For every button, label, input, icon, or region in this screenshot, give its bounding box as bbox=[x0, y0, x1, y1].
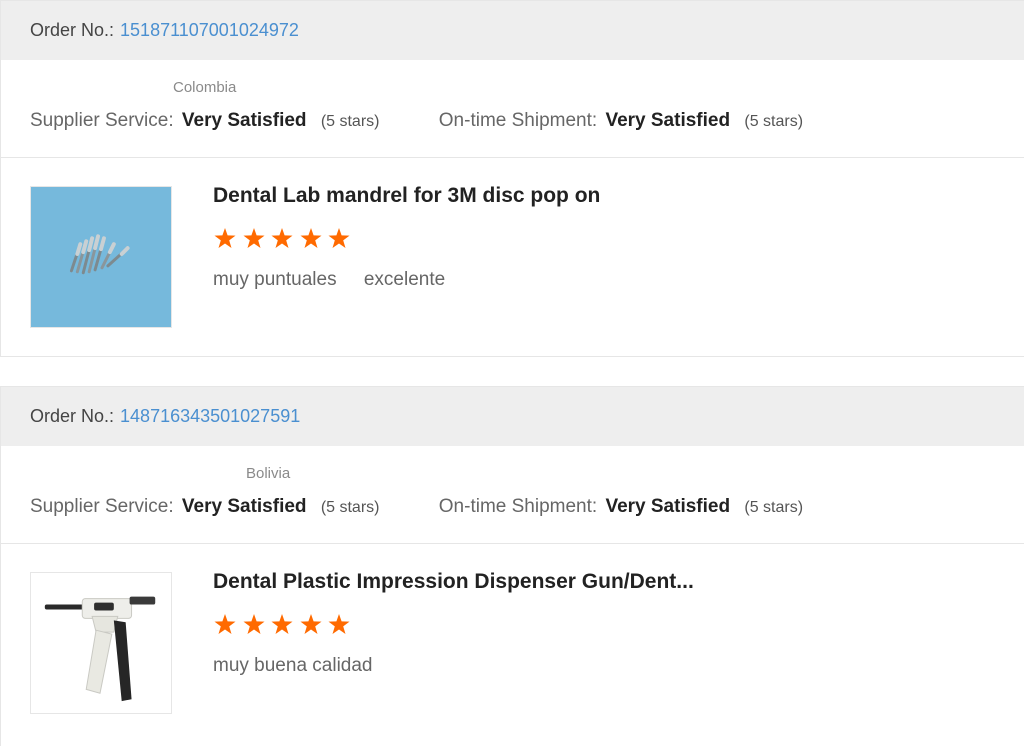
star-icon bbox=[213, 227, 237, 251]
product-review: Dental Lab mandrel for 3M disc pop on mu… bbox=[1, 158, 1024, 358]
orders-list: Order No.: 151871107001024972 Colombia S… bbox=[0, 0, 1024, 746]
supplier-service-value: Very Satisfied bbox=[181, 110, 307, 131]
order-header: Order No.: 151871107001024972 bbox=[1, 1, 1024, 60]
review-tag: excelente bbox=[363, 269, 446, 290]
shipment-stars: (5 stars) bbox=[744, 113, 804, 130]
shipment-value: Very Satisfied bbox=[605, 496, 731, 517]
store-feedback: Bolivia Supplier Service: Very Satisfied… bbox=[1, 446, 1024, 544]
star-icon bbox=[299, 613, 323, 637]
shipment-label: On-time Shipment: bbox=[438, 496, 598, 517]
star-icon bbox=[270, 613, 294, 637]
order-card: Order No.: 148716343501027591 Bolivia Su… bbox=[0, 386, 1024, 746]
order-number-label: Order No.: bbox=[30, 406, 115, 426]
dispenser-gun-image bbox=[31, 573, 171, 713]
supplier-service-value: Very Satisfied bbox=[181, 496, 307, 517]
order-number-link[interactable]: 148716343501027591 bbox=[120, 406, 300, 427]
buyer-country: Bolivia bbox=[246, 465, 291, 482]
product-title-link[interactable]: Dental Lab mandrel for 3M disc pop on bbox=[213, 184, 600, 208]
review-tag: muy puntuales bbox=[213, 269, 337, 290]
product-title-link[interactable]: Dental Plastic Impression Dispenser Gun/… bbox=[213, 570, 694, 594]
order-header: Order No.: 148716343501027591 bbox=[1, 387, 1024, 446]
product-star-rating bbox=[213, 613, 356, 637]
supplier-service-rating: Supplier Service: Very Satisfied (5 star… bbox=[30, 496, 379, 518]
product-star-rating bbox=[213, 227, 356, 251]
shipment-stars: (5 stars) bbox=[744, 499, 804, 516]
seller-ratings: Supplier Service: Very Satisfied (5 star… bbox=[30, 110, 803, 132]
order-card: Order No.: 151871107001024972 Colombia S… bbox=[0, 0, 1024, 357]
supplier-service-label: Supplier Service: bbox=[30, 496, 174, 517]
mandrel-burs-image bbox=[31, 187, 171, 327]
review-tag: muy buena calidad bbox=[213, 655, 373, 676]
review-tags: muy buena calidad bbox=[213, 655, 395, 677]
product-review: Dental Plastic Impression Dispenser Gun/… bbox=[1, 544, 1024, 744]
seller-ratings: Supplier Service: Very Satisfied (5 star… bbox=[30, 496, 803, 518]
supplier-service-label: Supplier Service: bbox=[30, 110, 174, 131]
star-icon bbox=[242, 613, 266, 637]
star-icon bbox=[270, 227, 294, 251]
supplier-service-stars: (5 stars) bbox=[320, 499, 380, 516]
buyer-country: Colombia bbox=[173, 79, 237, 96]
shipment-value: Very Satisfied bbox=[605, 110, 731, 131]
shipment-rating: On-time Shipment: Very Satisfied (5 star… bbox=[439, 496, 803, 518]
order-number-link[interactable]: 151871107001024972 bbox=[120, 20, 299, 41]
product-thumbnail[interactable] bbox=[30, 186, 172, 328]
store-feedback: Colombia Supplier Service: Very Satisfie… bbox=[1, 60, 1024, 158]
star-icon bbox=[242, 227, 266, 251]
review-tags: muy puntuales excelente bbox=[213, 269, 467, 291]
shipment-label: On-time Shipment: bbox=[438, 110, 598, 131]
product-thumbnail[interactable] bbox=[30, 572, 172, 714]
supplier-service-stars: (5 stars) bbox=[320, 113, 380, 130]
supplier-service-rating: Supplier Service: Very Satisfied (5 star… bbox=[30, 110, 379, 132]
star-icon bbox=[327, 227, 351, 251]
order-number-label: Order No.: bbox=[30, 20, 115, 40]
shipment-rating: On-time Shipment: Very Satisfied (5 star… bbox=[439, 110, 803, 132]
star-icon bbox=[327, 613, 351, 637]
star-icon bbox=[299, 227, 323, 251]
star-icon bbox=[213, 613, 237, 637]
